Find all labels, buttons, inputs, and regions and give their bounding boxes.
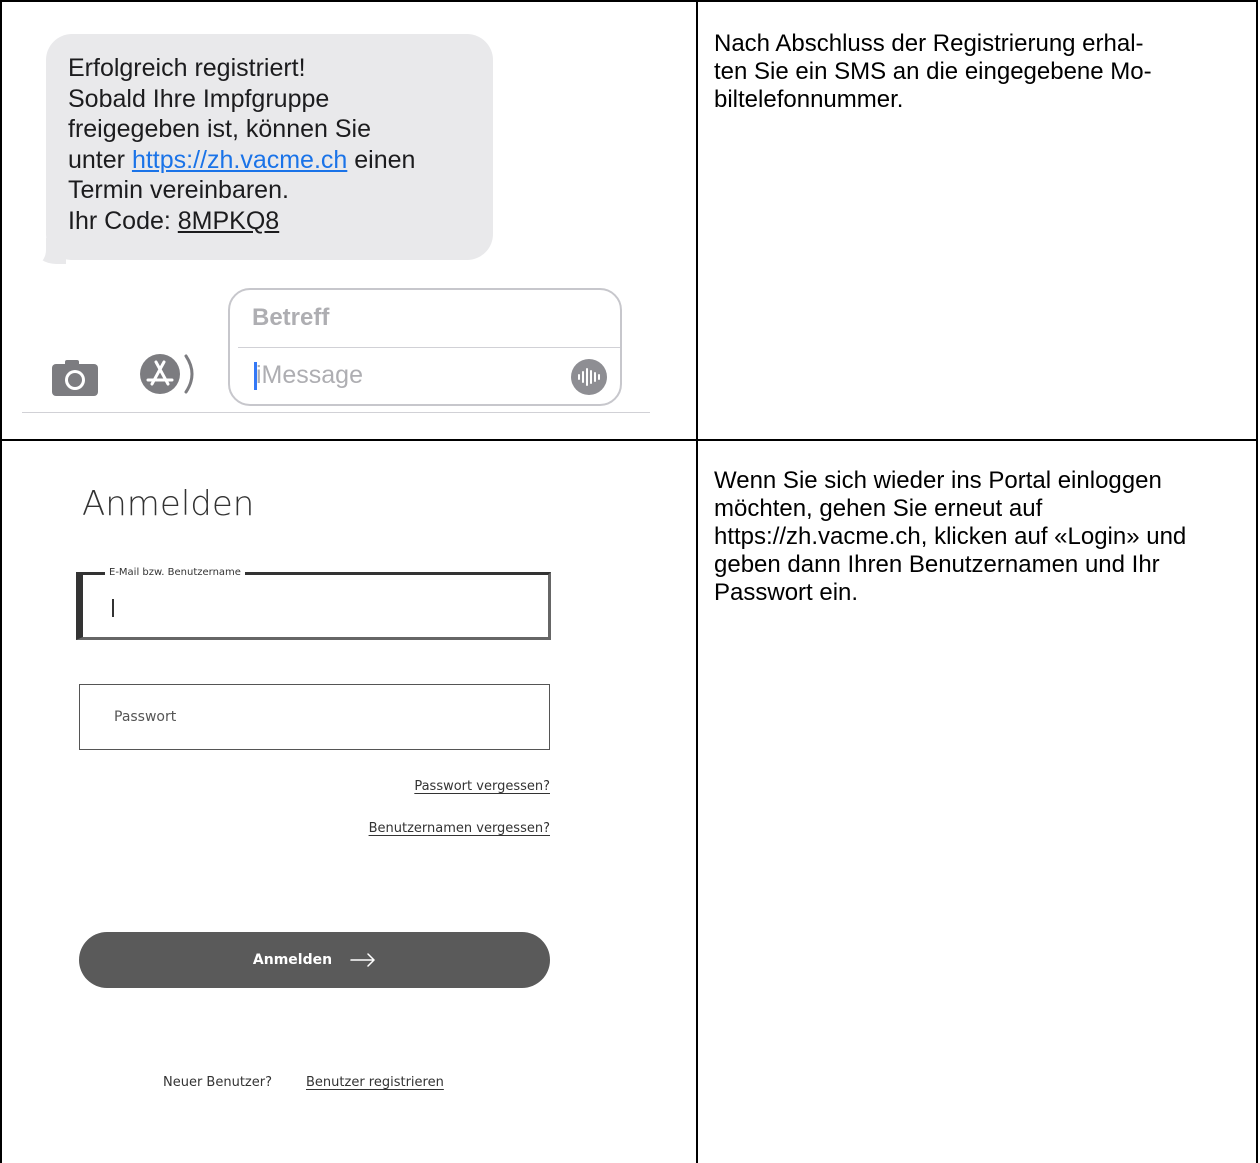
sms-line: Termin vereinbaren. [68, 176, 289, 204]
divider [22, 412, 650, 413]
register-link[interactable]: Benutzer registrieren [306, 1075, 444, 1090]
message-input[interactable]: iMessage [256, 361, 363, 390]
email-field-label: E-Mail bzw. Benutzername [105, 566, 245, 580]
camera-icon[interactable] [50, 358, 100, 398]
table-row-login: Wenn Sie sich wieder ins Portal einlogge… [0, 441, 1260, 1163]
login-description-text: Wenn Sie sich wieder ins Portal einlogge… [714, 467, 1187, 606]
message-compose-box[interactable]: Betreff iMessage [228, 288, 622, 406]
subject-input[interactable]: Betreff [252, 304, 329, 332]
compose-divider [238, 347, 620, 348]
page-title: Anmelden [82, 484, 255, 524]
sms-vacme-link[interactable]: https://zh.vacme.ch [132, 146, 347, 174]
sms-description-text: Nach Abschluss der Registrierung erhal-t… [714, 30, 1152, 113]
audio-waveform-icon[interactable] [570, 358, 608, 396]
sms-code[interactable]: 8MPKQ8 [178, 207, 279, 235]
login-description-cell: Wenn Sie sich wieder ins Portal einlogge… [696, 441, 1258, 1163]
sms-line: unter https://zh.vacme.ch einen [68, 145, 416, 174]
sms-message-bubble: Erfolgreich registriert! Sobald Ihre Imp… [46, 34, 493, 260]
login-button[interactable]: Anmelden [79, 932, 550, 988]
login-button-label: Anmelden [252, 952, 333, 968]
arrow-right-icon [350, 953, 375, 967]
forgot-password-link[interactable]: Passwort vergessen? [414, 779, 550, 794]
sms-line: freigegeben ist, können Sie [68, 115, 371, 143]
email-field[interactable]: E-Mail bzw. Benutzername [76, 566, 551, 640]
text-caret [112, 599, 114, 617]
appstore-icon[interactable] [136, 350, 200, 398]
sms-description-cell: Nach Abschluss der Registrierung erhal-t… [696, 0, 1258, 441]
sms-code-line: Ihr Code: 8MPKQ8 [68, 206, 280, 235]
login-screenshot-cell [0, 441, 698, 1163]
forgot-username-link[interactable]: Benutzernamen vergessen? [369, 821, 550, 836]
password-placeholder: Passwort [114, 709, 177, 725]
sms-line: Sobald Ihre Impfgruppe [68, 84, 330, 113]
password-field[interactable]: Passwort [79, 684, 550, 750]
new-user-text: Neuer Benutzer? [163, 1075, 272, 1090]
sms-line: Erfolgreich registriert! [68, 54, 306, 82]
